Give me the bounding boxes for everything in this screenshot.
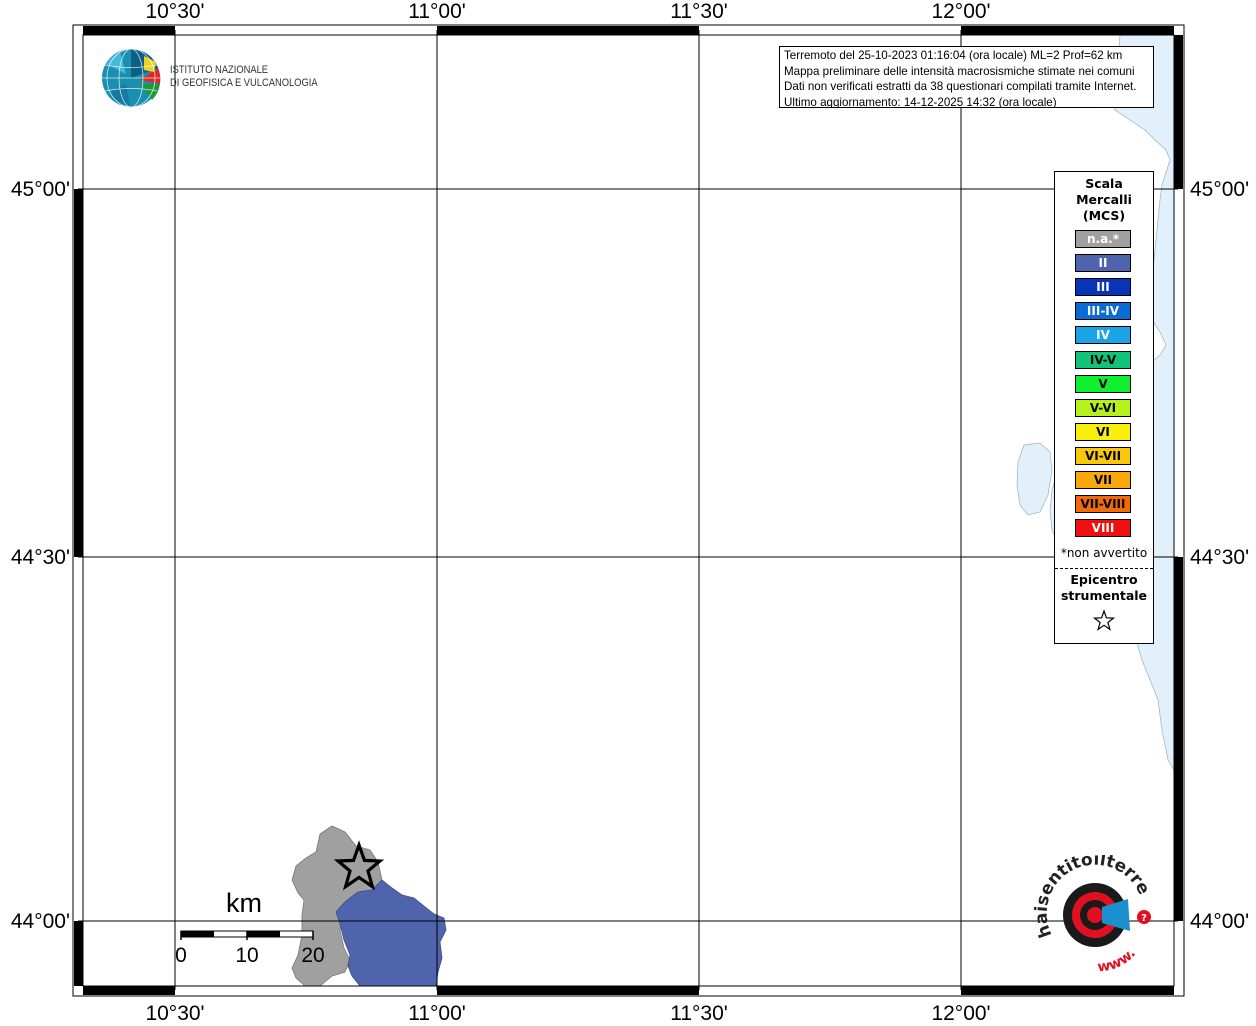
lon-tick-label-bottom: 11°30' [670, 1002, 728, 1025]
scale-bar-graphic [180, 930, 314, 940]
lon-tick-label-bottom: 10°30' [145, 1002, 205, 1025]
lon-tick-label-bottom: 12°00' [931, 1002, 991, 1025]
event-info-line: Mappa preliminare delle intensità macros… [784, 64, 1135, 78]
legend-title: Scala Mercalli (MCS) [1055, 176, 1153, 224]
lat-tick-label-right: 45°00' [1190, 178, 1250, 201]
haisentito-url: www. [1097, 946, 1139, 975]
legend-swatch: IV [1075, 326, 1131, 345]
legend-epicenter-label: Epicentro strumentale [1055, 572, 1153, 604]
scale-label: 20 [301, 944, 325, 967]
haisentito-logo: ? haisentitoilterremoto.it www. [1030, 855, 1154, 975]
legend-swatch: VII-VIII [1075, 495, 1131, 514]
lon-tick-label-bottom: 11°00' [408, 1002, 466, 1025]
legend-swatch: VII [1075, 471, 1131, 489]
ingv-name-line2: DI GEOFISICA E VULCANOLOGIA [170, 77, 318, 89]
ingv-name-line1: ISTITUTO NAZIONALE [170, 64, 269, 76]
lat-tick-label-right: 44°00' [1190, 910, 1250, 933]
lon-tick-label-top: 10°30' [145, 0, 205, 23]
map-frame [72, 24, 1185, 997]
legend-separator [1055, 568, 1153, 569]
legend-swatch: III-IV [1075, 302, 1131, 321]
svg-text:?: ? [1141, 913, 1147, 924]
event-info-line: Dati non verificati estratti da 38 quest… [784, 80, 1137, 93]
legend-swatch: VI-VII [1075, 446, 1131, 465]
lat-tick-label-left: 44°00' [10, 910, 70, 933]
scale-unit: km [226, 888, 262, 918]
legend-title-line: (MCS) [1082, 208, 1126, 223]
lagoon [1016, 442, 1053, 516]
legend-swatch: VI [1075, 422, 1131, 441]
legend-swatch: IV-V [1075, 350, 1131, 369]
lat-tick-label-left: 45°00' [10, 178, 70, 201]
scale-bar: km 0 10 20 [172, 888, 332, 968]
ingv-name: ISTITUTO NAZIONALE DI GEOFISICA E VULCAN… [170, 64, 318, 90]
lat-tick-label-left: 44°30' [10, 546, 70, 569]
lon-tick-label-top: 11°30' [670, 0, 728, 23]
event-info-line: Terremoto del 25-10-2023 01:16:04 (ora l… [784, 49, 1123, 62]
legend-star-icon [1092, 609, 1116, 631]
scale-label: 0 [175, 944, 187, 967]
legend-swatch: V [1075, 374, 1131, 393]
legend-swatch: V-VI [1075, 398, 1131, 417]
legend-swatch: III [1075, 278, 1131, 297]
legend-title-line: Scala [1085, 176, 1123, 191]
legend-swatch: II [1075, 254, 1131, 273]
lon-tick-label-top: 11°00' [408, 0, 466, 23]
mcs-legend: Scala Mercalli (MCS) n.a.* II III III-IV IV I… [1054, 171, 1154, 644]
legend-epicenter-line: strumentale [1060, 588, 1148, 603]
lon-tick-label-top: 12°00' [931, 0, 991, 23]
event-info-line: Ultimo aggiornamento: 14-12-2025 14:32 (… [784, 95, 1057, 108]
scale-label: 10 [235, 944, 259, 967]
lat-tick-label-right: 44°30' [1190, 546, 1250, 569]
event-info-box: Terremoto del 25-10-2023 01:16:04 (ora l… [779, 46, 1154, 108]
legend-epicenter-line: Epicentro [1070, 572, 1138, 587]
legend-swatch: VIII [1075, 519, 1131, 538]
graticule [78, 30, 1178, 990]
municipality-grade-ii [335, 879, 447, 987]
legend-swatch: n.a.* [1075, 230, 1131, 248]
legend-note: *non avvertito [1060, 546, 1148, 560]
legend-title-line: Mercalli [1076, 192, 1132, 207]
